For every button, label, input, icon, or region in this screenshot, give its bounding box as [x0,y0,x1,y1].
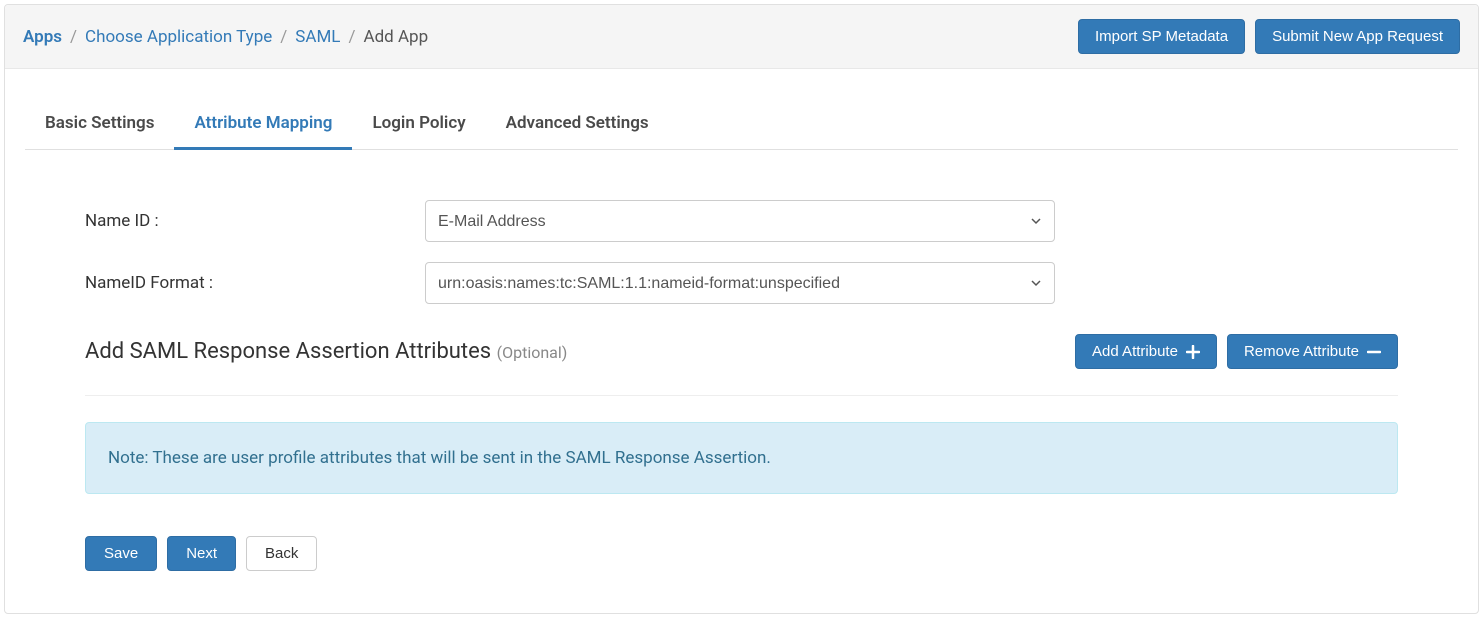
header-actions: Import SP Metadata Submit New App Reques… [1078,19,1460,54]
plus-icon [1186,345,1200,359]
minus-icon [1367,345,1381,359]
divider [85,395,1398,396]
tab-login-policy[interactable]: Login Policy [352,99,485,150]
submit-new-app-request-button[interactable]: Submit New App Request [1255,19,1460,54]
note-box: Note: These are user profile attributes … [85,422,1398,494]
footer-actions: Save Next Back [25,536,1458,571]
section-optional: (Optional) [497,343,568,362]
tabs: Basic Settings Attribute Mapping Login P… [25,99,1458,150]
section-title: Add SAML Response Assertion Attributes (… [85,339,567,364]
breadcrumb-saml[interactable]: SAML [295,27,340,47]
breadcrumb-apps[interactable]: Apps [23,27,62,47]
form-row-name-id: Name ID : E-Mail Address [85,200,1398,242]
remove-attribute-button[interactable]: Remove Attribute [1227,334,1398,369]
breadcrumb: Apps / Choose Application Type / SAML / … [23,27,428,47]
section-title-text: Add SAML Response Assertion Attributes [85,339,497,364]
header-bar: Apps / Choose Application Type / SAML / … [5,5,1478,69]
next-button[interactable]: Next [167,536,236,571]
nameid-format-label: NameID Format : [85,273,425,293]
tab-attribute-mapping[interactable]: Attribute Mapping [174,99,352,150]
nameid-format-select[interactable]: urn:oasis:names:tc:SAML:1.1:nameid-forma… [425,262,1055,304]
remove-attribute-label: Remove Attribute [1244,343,1359,360]
breadcrumb-sep: / [348,27,355,47]
name-id-label: Name ID : [85,211,425,231]
section-actions: Add Attribute Remove Attribute [1075,334,1398,369]
breadcrumb-sep: / [70,27,77,47]
breadcrumb-choose-type[interactable]: Choose Application Type [85,27,272,47]
breadcrumb-sep: / [280,27,287,47]
add-attribute-button[interactable]: Add Attribute [1075,334,1217,369]
page-container: Apps / Choose Application Type / SAML / … [4,4,1479,614]
tab-basic-settings[interactable]: Basic Settings [25,99,174,150]
name-id-select[interactable]: E-Mail Address [425,200,1055,242]
add-attribute-label: Add Attribute [1092,343,1178,360]
content-area: Basic Settings Attribute Mapping Login P… [5,99,1478,601]
tab-advanced-settings[interactable]: Advanced Settings [486,99,669,150]
section-header: Add SAML Response Assertion Attributes (… [85,334,1398,369]
back-button[interactable]: Back [246,536,317,571]
form-row-nameid-format: NameID Format : urn:oasis:names:tc:SAML:… [85,262,1398,304]
form-area: Name ID : E-Mail Address NameID Format :… [25,150,1458,494]
breadcrumb-current: Add App [363,27,428,47]
import-sp-metadata-button[interactable]: Import SP Metadata [1078,19,1245,54]
save-button[interactable]: Save [85,536,157,571]
